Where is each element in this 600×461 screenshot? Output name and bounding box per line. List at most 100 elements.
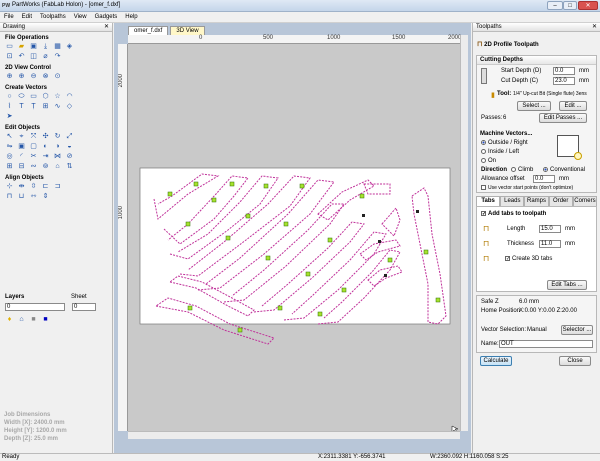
menu-help[interactable]: Help [121,12,141,23]
minimize-button[interactable]: – [547,1,563,10]
new-file-icon[interactable]: ▭ [5,42,14,51]
scale-icon[interactable]: ⤢ [65,132,74,141]
align-bottom-icon[interactable]: ⊔ [17,192,26,201]
on-radio[interactable]: On [481,158,496,164]
use-start-points-checkbox[interactable]: Use vector start points (don't optimize) [481,185,573,191]
inside-radio[interactable]: Inside / Left [481,149,519,155]
import-image-icon[interactable]: ▦ [53,42,62,51]
transform-icon[interactable]: ⤧ [29,132,38,141]
edit-passes-button[interactable]: Edit Passes ... [539,113,587,123]
offset-icon[interactable]: ◎ [5,152,14,161]
sort-icon[interactable]: ⇅ [65,162,74,171]
weld-icon[interactable]: ◐ [41,142,50,151]
redo-icon[interactable]: ↷ [53,52,62,61]
vector-dogbone-icon[interactable]: ⊚ [41,162,50,171]
maximize-button[interactable]: □ [563,1,577,10]
align-right-icon[interactable]: ⊐ [53,182,62,191]
bulb-icon[interactable]: ♦ [5,315,14,324]
outside-radio[interactable]: Outside / Right [481,140,528,146]
align-left-icon[interactable]: ⊏ [41,182,50,191]
job-setup-icon[interactable]: ⊡ [5,52,14,61]
horizontal-scrollbar[interactable] [128,431,460,439]
zoom-out-icon[interactable]: ⊖ [29,72,38,81]
menu-edit[interactable]: Edit [18,12,36,23]
text-arc-icon[interactable]: Ṭ [29,102,38,111]
group-icon[interactable]: ▣ [17,142,26,151]
array-copy-icon[interactable]: ⊞ [5,162,14,171]
fit-icon[interactable]: ◫ [29,52,38,61]
subtract-icon[interactable]: ◑ [53,142,62,151]
close-button[interactable]: ✕ [578,1,598,10]
calculate-button[interactable]: Calculate [480,356,512,366]
vertical-scrollbar[interactable] [460,35,468,431]
polyline-icon[interactable]: ⌇ [5,102,14,111]
lock-icon[interactable]: ⌂ [17,315,26,324]
align-h-center-icon[interactable]: ⇹ [17,182,26,191]
tab-corners[interactable]: Corners [572,196,598,206]
zoom-in-icon[interactable]: ⊕ [17,72,26,81]
edit-tabs-button[interactable]: Edit Tabs ... [547,280,587,290]
conventional-radio[interactable]: Conventional [543,167,585,173]
fillet-icon[interactable]: ◜ [17,152,26,161]
extend-icon[interactable]: ⇥ [41,152,50,161]
undo-icon[interactable]: ↶ [17,52,26,61]
tab-thickness-input[interactable]: 11.0 [539,240,561,248]
circle-icon[interactable]: ○ [5,92,14,101]
align-v-center-icon[interactable]: ⇳ [29,182,38,191]
polygon-icon[interactable]: ⬡ [41,92,50,101]
ellipse-icon[interactable]: ⬭ [17,92,26,101]
tab-order[interactable]: Order [548,196,573,206]
selector-button[interactable]: Selector ... [561,325,593,335]
draw-mode-icon[interactable]: ➤ [5,112,14,121]
tab-ramps[interactable]: Ramps [524,196,549,206]
import-vectors-icon[interactable]: ⤓ [41,42,50,51]
star-icon[interactable]: ☆ [53,92,62,101]
menu-toolpaths[interactable]: Toolpaths [36,12,70,23]
tool-select-button[interactable]: Select ... [517,101,551,111]
create-boundary-icon[interactable]: ⌂ [53,162,62,171]
zoom-box-icon[interactable]: ⊕ [5,72,14,81]
node-edit-icon[interactable]: ⌖ [17,132,26,141]
toolpaths-close-icon[interactable]: ✕ [592,23,597,32]
trim-icon[interactable]: ✂ [29,152,38,161]
dimension-icon[interactable]: ⊞ [41,102,50,111]
tool-edit-button[interactable]: Edit ... [559,101,587,111]
sheet-dropdown[interactable]: 0 [72,303,96,311]
zoom-selected-icon[interactable]: ⊗ [41,72,50,81]
rectangle-icon[interactable]: ▭ [29,92,38,101]
tab-2d-drawing[interactable]: omer_f.dxf [128,26,169,35]
menu-file[interactable]: File [0,12,18,23]
start-depth-input[interactable]: 0.0 [553,67,575,75]
measure-icon[interactable]: ⌀ [41,52,50,61]
zoom-all-icon[interactable]: ⊙ [53,72,62,81]
color-swatch-icon[interactable]: ■ [29,315,38,324]
distribute-h-icon[interactable]: ⇿ [29,192,38,201]
toolpath-name-input[interactable]: OUT [499,340,593,348]
intersect-icon[interactable]: ◒ [65,142,74,151]
select-icon[interactable]: ↖ [5,132,14,141]
add-tabs-checkbox[interactable]: ✓ Add tabs to toolpath [481,211,546,217]
menu-view[interactable]: View [70,12,91,23]
panel-close-icon[interactable]: ✕ [104,23,109,32]
mirror-icon[interactable]: ⇋ [5,142,14,151]
allowance-input[interactable]: 0.0 [533,175,555,183]
tab-leads[interactable]: Leads [500,196,525,206]
menu-gadgets[interactable]: Gadgets [91,12,122,23]
tab-length-input[interactable]: 15.0 [539,225,561,233]
import-component-icon[interactable]: ◈ [65,42,74,51]
text-icon[interactable]: T [17,102,26,111]
ungroup-icon[interactable]: ▢ [29,142,38,151]
open-file-icon[interactable]: ▰ [17,42,26,51]
drawing-viewport[interactable] [128,44,460,431]
tab-tabs[interactable]: Tabs [476,196,501,206]
rotate-icon[interactable]: ↻ [53,132,62,141]
create-3d-tabs-checkbox[interactable]: ✓ Create 3D tabs [505,256,552,262]
drawing-svg[interactable] [128,44,460,431]
tab-3d-view[interactable]: 3D View [170,26,205,35]
smooth-icon[interactable]: ∾ [29,162,38,171]
layer-dropdown[interactable]: 0 [5,303,65,311]
cut-depth-input[interactable]: 23.0 [553,77,575,85]
spline-icon[interactable]: ◇ [65,102,74,111]
climb-radio[interactable]: Climb [511,167,533,173]
join-icon[interactable]: ⋈ [53,152,62,161]
